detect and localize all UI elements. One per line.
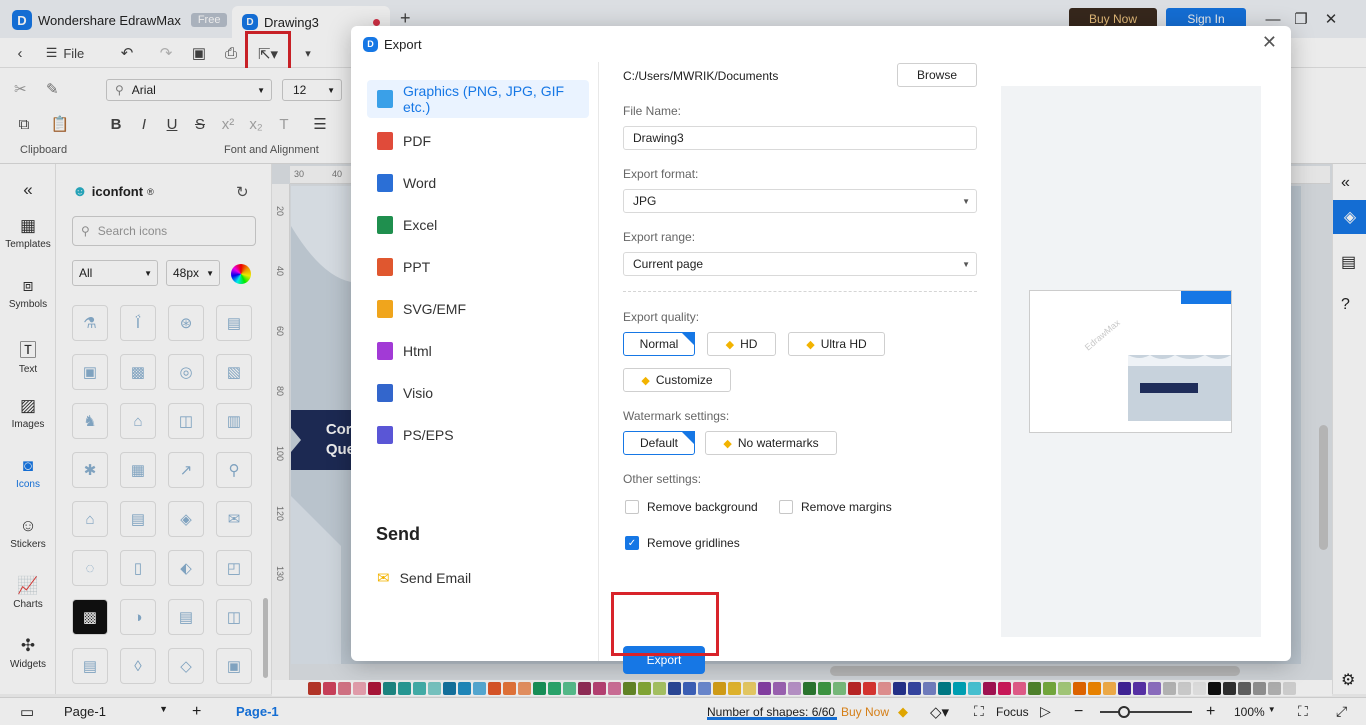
send-section-title: Send	[376, 524, 421, 544]
remove-margins-checkbox[interactable]	[779, 500, 793, 514]
remove-gridlines-checkbox[interactable]: ✓	[625, 536, 639, 550]
dialog-logo-icon: D	[363, 36, 378, 52]
quality-normal-option[interactable]: Normal	[623, 332, 695, 356]
export-preview-thumbnail: EdrawMax	[1029, 290, 1232, 433]
quality-hd-option[interactable]: ◆ HD	[707, 332, 776, 356]
preview-art: EdrawMax	[1083, 291, 1231, 421]
file-format-icon	[377, 132, 393, 150]
watermark-default-option[interactable]: Default	[623, 431, 695, 455]
remove-background-label[interactable]: Remove background	[647, 500, 758, 514]
premium-gem-icon: ◆	[641, 374, 650, 387]
divider	[623, 291, 977, 292]
export-range-select[interactable]: Current page ▼	[623, 252, 977, 276]
file-format-icon	[377, 342, 393, 360]
file-format-icon	[377, 216, 393, 234]
premium-gem-icon: ◆	[725, 338, 735, 351]
export-format-list: Graphics (PNG, JPG, GIF etc.) PDF Word Exce…	[351, 62, 599, 661]
remove-margins-label[interactable]: Remove margins	[801, 500, 892, 514]
export-format-item[interactable]: SVG/EMF	[367, 290, 589, 328]
file-format-icon	[377, 426, 393, 444]
quality-customize-option[interactable]: ◆ Customize	[623, 368, 731, 392]
export-format-select[interactable]: JPG ▼	[623, 189, 977, 213]
export-dialog: D Export ✕ Graphics (PNG, JPG, GIF etc.)…	[351, 26, 1291, 674]
export-format-item[interactable]: PPT	[367, 248, 589, 286]
export-dialog-title: Export	[384, 36, 422, 52]
remove-gridlines-label[interactable]: Remove gridlines	[647, 536, 740, 550]
file-format-icon	[377, 258, 393, 276]
file-name-input[interactable]: Drawing3	[623, 126, 977, 150]
watermark-none-option[interactable]: ◆ No watermarks	[705, 431, 837, 455]
file-format-icon	[377, 384, 393, 402]
file-format-icon	[377, 90, 393, 108]
export-settings: C:/Users/MWRIK/Documents Browse File Nam…	[599, 62, 1001, 674]
export-format-item[interactable]: Graphics (PNG, JPG, GIF etc.)	[367, 80, 589, 118]
quality-ultra-hd-option[interactable]: ◆ Ultra HD	[788, 332, 885, 356]
svg-text:EdrawMax: EdrawMax	[1083, 317, 1122, 352]
other-settings-label: Other settings:	[623, 472, 702, 486]
premium-gem-icon: ◆	[723, 437, 732, 450]
chevron-down-icon: ▼	[962, 196, 970, 206]
remove-background-checkbox[interactable]	[625, 500, 639, 514]
export-format-item[interactable]: PS/EPS	[367, 416, 589, 454]
selected-corner-icon	[681, 431, 695, 445]
export-format-item[interactable]: Word	[367, 164, 589, 202]
file-format-icon	[377, 174, 393, 192]
watermark-label: Watermark settings:	[623, 409, 730, 423]
export-format-item[interactable]: Html	[367, 332, 589, 370]
export-range-label: Export range:	[623, 230, 696, 244]
file-format-icon	[377, 300, 393, 318]
export-format-label: Export format:	[623, 167, 699, 181]
browse-button[interactable]: Browse	[897, 63, 977, 87]
selected-corner-icon	[681, 332, 695, 346]
export-format-item[interactable]: Excel	[367, 206, 589, 244]
export-format-item[interactable]: Visio	[367, 374, 589, 412]
export-dialog-header: D Export	[351, 26, 1291, 62]
chevron-down-icon: ▼	[962, 259, 970, 269]
export-format-item[interactable]: PDF	[367, 122, 589, 160]
send-email-item[interactable]: ✉ Send Email	[367, 559, 589, 597]
close-icon[interactable]: ✕	[1262, 32, 1277, 53]
premium-gem-icon: ◆	[806, 338, 815, 351]
file-name-label: File Name:	[623, 104, 682, 118]
export-button-highlight	[611, 592, 719, 656]
email-icon: ✉	[377, 570, 390, 587]
export-path: C:/Users/MWRIK/Documents	[623, 69, 779, 83]
export-quality-label: Export quality:	[623, 310, 700, 324]
